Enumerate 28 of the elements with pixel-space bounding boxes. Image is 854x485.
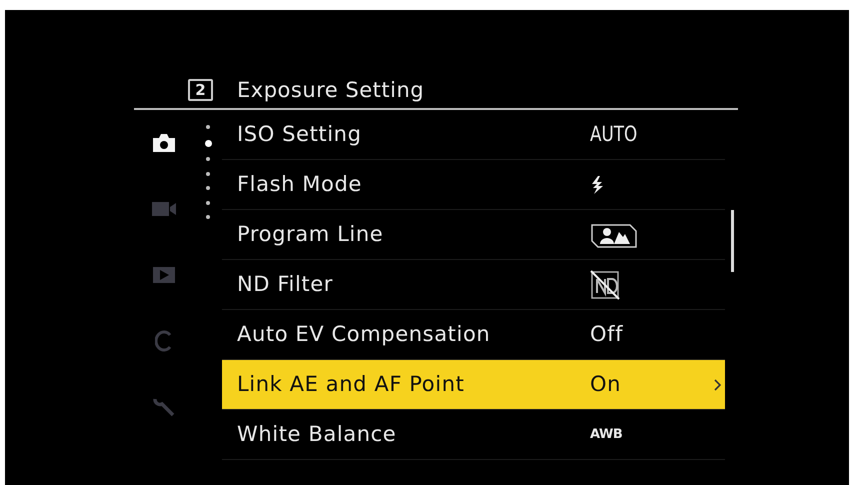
setting-label: Flash Mode xyxy=(237,170,363,198)
page-number: 2 xyxy=(188,79,213,101)
menu-title: Exposure Setting xyxy=(237,77,424,103)
setting-label: Link AE and AF Point xyxy=(237,370,466,398)
scrollbar-thumb xyxy=(731,210,734,272)
c-letter-icon[interactable] xyxy=(155,330,173,352)
nd-off-icon xyxy=(590,270,620,300)
video-camera-icon[interactable] xyxy=(151,200,177,218)
setting-value: AWB xyxy=(590,426,622,444)
menu-row[interactable]: Link AE and AF Point On xyxy=(222,360,725,410)
setting-value: On xyxy=(590,370,622,398)
setting-value: Off xyxy=(590,320,624,348)
menu-row[interactable]: Program Line xyxy=(222,210,725,260)
menu-row[interactable]: ISO Setting AUTO xyxy=(222,110,725,160)
menu-row[interactable]: ND Filter xyxy=(222,260,725,310)
camera-icon[interactable] xyxy=(151,133,177,153)
setting-value: AUTO xyxy=(590,120,638,148)
setting-label: White Balance xyxy=(237,420,398,448)
setting-label: ISO Setting xyxy=(237,120,363,148)
wrench-icon[interactable] xyxy=(153,396,175,418)
setting-label: Auto EV Compensation xyxy=(237,320,492,348)
flash-icon xyxy=(590,174,604,194)
menu-row[interactable]: White Balance AWB xyxy=(222,410,725,460)
setting-label: Program Line xyxy=(237,220,384,248)
play-icon[interactable] xyxy=(152,266,176,284)
menu-row[interactable]: Flash Mode xyxy=(222,160,725,210)
chevron-icon xyxy=(714,378,721,390)
setting-label: ND Filter xyxy=(237,270,334,298)
